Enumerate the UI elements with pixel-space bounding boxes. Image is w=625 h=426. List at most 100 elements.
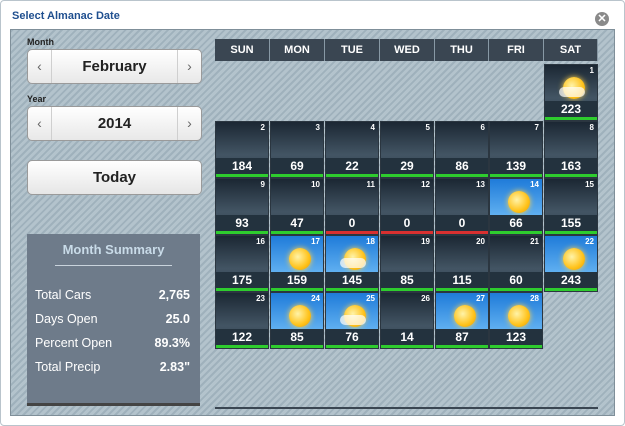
calendar-day-cell[interactable]: 7 139	[489, 121, 543, 178]
calendar-day-cell[interactable]: 1 223	[544, 64, 598, 121]
calendar-day-cell[interactable]: 21 60	[489, 235, 543, 292]
sun-icon	[289, 305, 311, 327]
month-selector: ‹ February ›	[27, 49, 202, 84]
status-bar-open	[545, 174, 597, 177]
day-car-count: 86	[436, 158, 488, 174]
day-car-count: 85	[381, 272, 433, 288]
calendar-day-cell[interactable]: 12 0	[380, 178, 434, 235]
day-car-count: 47	[271, 215, 323, 231]
day-number: 18	[366, 237, 375, 246]
calendar-day-cell[interactable]: 17 159	[270, 235, 324, 292]
month-summary-heading: Month Summary	[62, 242, 165, 257]
summary-value: 25.0	[165, 312, 190, 326]
day-car-count: 0	[436, 215, 488, 231]
calendar-bottom-border	[215, 407, 598, 409]
weekday-header-mon: MON	[270, 39, 325, 61]
day-number: 15	[585, 180, 594, 189]
summary-value: 2.83"	[159, 360, 190, 374]
day-car-count: 139	[490, 158, 542, 174]
calendar-day-cell[interactable]: 4 22	[325, 121, 379, 178]
status-bar-open	[436, 174, 488, 177]
calendar-day-cell[interactable]: 3 69	[270, 121, 324, 178]
status-bar-open	[326, 345, 378, 348]
day-number: 19	[421, 237, 430, 246]
calendar-day-cell[interactable]: 25 76	[325, 292, 379, 349]
day-number: 10	[311, 180, 320, 189]
weekday-header-thu: THU	[435, 39, 489, 61]
calendar-day-cell[interactable]: 10 47	[270, 178, 324, 235]
day-number: 1	[589, 66, 594, 75]
day-number: 7	[534, 123, 539, 132]
day-number: 8	[589, 123, 594, 132]
day-number: 9	[260, 180, 265, 189]
day-car-count: 93	[216, 215, 268, 231]
status-bar-open	[271, 345, 323, 348]
day-number: 21	[530, 237, 539, 246]
day-car-count: 159	[271, 272, 323, 288]
day-car-count: 155	[545, 215, 597, 231]
dialog-title: Select Almanac Date	[12, 10, 120, 22]
calendar-day-cell[interactable]: 9 93	[215, 178, 269, 235]
calendar-day-cell[interactable]: 24 85	[270, 292, 324, 349]
day-number: 27	[476, 294, 485, 303]
status-bar-open	[271, 174, 323, 177]
month-summary-panel: Month Summary Total Cars 2,765 Days Open…	[27, 234, 200, 406]
status-bar-open	[271, 288, 323, 291]
day-number: 16	[256, 237, 265, 246]
status-bar-open	[490, 174, 542, 177]
calendar-day-cell[interactable]: 2 184	[215, 121, 269, 178]
summary-label: Days Open	[35, 312, 98, 326]
year-prev-chevron-icon[interactable]: ‹	[28, 107, 52, 140]
sun-icon	[454, 305, 476, 327]
calendar-day-cell[interactable]: 8 163	[544, 121, 598, 178]
day-number: 23	[256, 294, 265, 303]
day-car-count: 184	[216, 158, 268, 174]
status-bar-open	[216, 345, 268, 348]
calendar-day-cell[interactable]: 16 175	[215, 235, 269, 292]
calendar-day-cell[interactable]: 26 14	[380, 292, 434, 349]
month-value[interactable]: February	[52, 50, 177, 83]
status-bar-open	[436, 288, 488, 291]
calendar-day-cell[interactable]: 27 87	[435, 292, 489, 349]
calendar-day-cell[interactable]: 20 115	[435, 235, 489, 292]
day-car-count: 0	[381, 215, 433, 231]
weekday-header-sun: SUN	[215, 39, 270, 61]
today-button[interactable]: Today	[27, 160, 202, 195]
calendar-day-cell[interactable]: 18 145	[325, 235, 379, 292]
summary-label: Percent Open	[35, 336, 113, 350]
almanac-date-dialog: Select Almanac Date ✕ Month ‹ February ›…	[0, 0, 625, 426]
day-number: 17	[311, 237, 320, 246]
day-car-count: 85	[271, 329, 323, 345]
calendar-day-cell[interactable]: 22 243	[544, 235, 598, 292]
calendar-day-cell[interactable]: 13 0	[435, 178, 489, 235]
month-next-chevron-icon[interactable]: ›	[177, 50, 201, 83]
cloud-icon	[559, 87, 585, 97]
status-bar-open	[490, 231, 542, 234]
year-value[interactable]: 2014	[52, 107, 177, 140]
year-next-chevron-icon[interactable]: ›	[177, 107, 201, 140]
cloud-icon	[340, 315, 366, 325]
summary-value: 2,765	[158, 288, 190, 302]
calendar-day-cell[interactable]: 5 29	[380, 121, 434, 178]
close-icon[interactable]: ✕	[595, 12, 609, 26]
month-prev-chevron-icon[interactable]: ‹	[28, 50, 52, 83]
day-car-count: 175	[216, 272, 268, 288]
calendar-day-cell[interactable]: 19 85	[380, 235, 434, 292]
calendar-day-cell[interactable]: 14 66	[489, 178, 543, 235]
summary-value: 89.3%	[154, 336, 190, 350]
day-car-count: 122	[216, 329, 268, 345]
day-car-count: 115	[436, 272, 488, 288]
calendar-day-cell[interactable]: 15 155	[544, 178, 598, 235]
status-bar-open	[381, 174, 433, 177]
status-bar-open	[216, 174, 268, 177]
day-number: 12	[421, 180, 430, 189]
month-label: Month	[27, 37, 54, 47]
calendar-day-cell[interactable]: 11 0	[325, 178, 379, 235]
day-number: 14	[530, 180, 539, 189]
summary-label: Total Cars	[35, 288, 92, 302]
calendar-day-cell[interactable]: 28 123	[489, 292, 543, 349]
day-number: 3	[315, 123, 320, 132]
calendar-day-cell[interactable]: 23 122	[215, 292, 269, 349]
calendar-day-cell[interactable]: 6 86	[435, 121, 489, 178]
day-number: 13	[476, 180, 485, 189]
